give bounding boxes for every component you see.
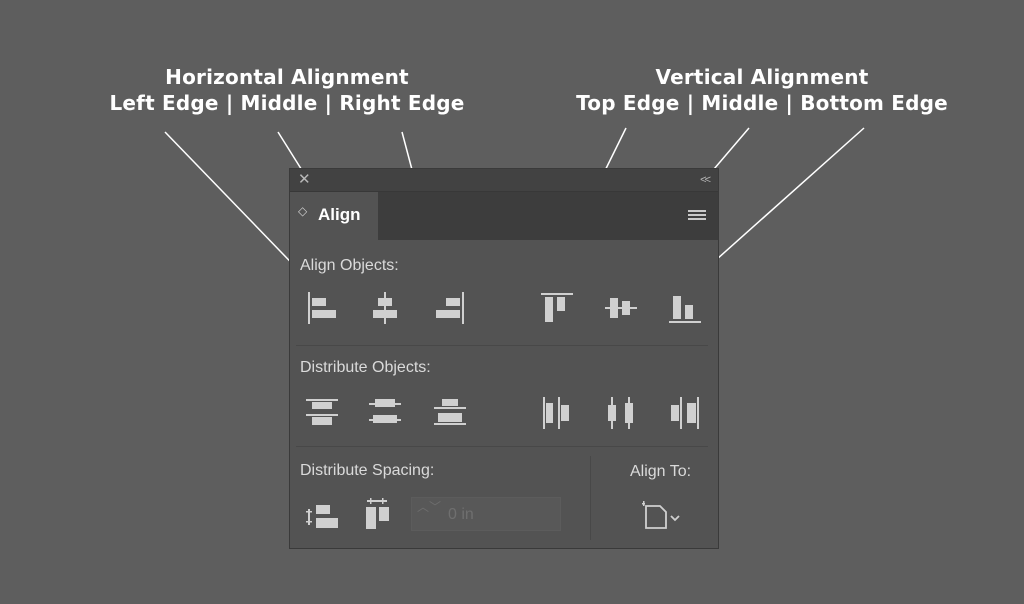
close-icon[interactable]: ✕ [298, 171, 311, 189]
distribute-bottom-edges-icon[interactable] [432, 395, 468, 431]
align-to-artboard-icon[interactable] [638, 499, 688, 535]
align-right-edges-icon[interactable] [432, 290, 468, 326]
panel-tabstrip: ◇ Align [290, 192, 718, 240]
distribute-objects-label: Distribute Objects: [300, 359, 431, 376]
section-divider [296, 446, 708, 447]
align-to-label: Align To: [630, 463, 692, 480]
vertical-alignment-title: Vertical Alignment [655, 65, 869, 89]
vertical-alignment-callout: Vertical Alignment Top Edge | Middle | B… [568, 64, 956, 116]
horizontal-alignment-callout: Horizontal Alignment Left Edge | Middle … [107, 64, 467, 116]
tab-align[interactable]: ◇ Align [290, 192, 378, 240]
align-left-edges-icon[interactable] [304, 290, 340, 326]
horizontal-alignment-title: Horizontal Alignment [165, 65, 409, 89]
tab-align-label: Align [318, 205, 361, 224]
distribute-top-edges-icon[interactable] [304, 395, 340, 431]
collapse-icon[interactable]: << [700, 171, 711, 189]
section-divider-vertical [590, 456, 591, 540]
tab-expand-icon[interactable]: ◇ [298, 205, 307, 217]
distribute-left-edges-icon[interactable] [539, 395, 575, 431]
distribute-horizontal-space-icon[interactable] [360, 497, 396, 533]
panel-titlebar: ✕ << [290, 169, 718, 192]
distribute-vertical-space-icon[interactable] [304, 499, 340, 535]
align-top-edges-icon[interactable] [539, 290, 575, 326]
spacing-value: 0 in [448, 506, 474, 523]
section-divider [296, 345, 708, 346]
align-objects-label: Align Objects: [300, 257, 399, 274]
horizontal-alignment-subtitle: Left Edge | Middle | Right Edge [109, 91, 465, 115]
distribute-spacing-label: Distribute Spacing: [300, 462, 435, 479]
leader-line-bottom-edge [697, 127, 865, 277]
align-horizontal-centers-icon[interactable] [367, 290, 403, 326]
vertical-alignment-subtitle: Top Edge | Middle | Bottom Edge [576, 91, 948, 115]
distribute-horizontal-centers-icon[interactable] [603, 395, 639, 431]
align-bottom-edges-icon[interactable] [667, 290, 703, 326]
distribute-right-edges-icon[interactable] [667, 395, 703, 431]
distribute-vertical-centers-icon[interactable] [367, 395, 403, 431]
panel-menu-icon[interactable] [688, 210, 706, 222]
align-vertical-centers-icon[interactable] [603, 290, 639, 326]
spacing-value-input[interactable]: ︿﹀ 0 in [411, 497, 561, 531]
stepper-icon[interactable]: ︿﹀ [417, 500, 441, 514]
